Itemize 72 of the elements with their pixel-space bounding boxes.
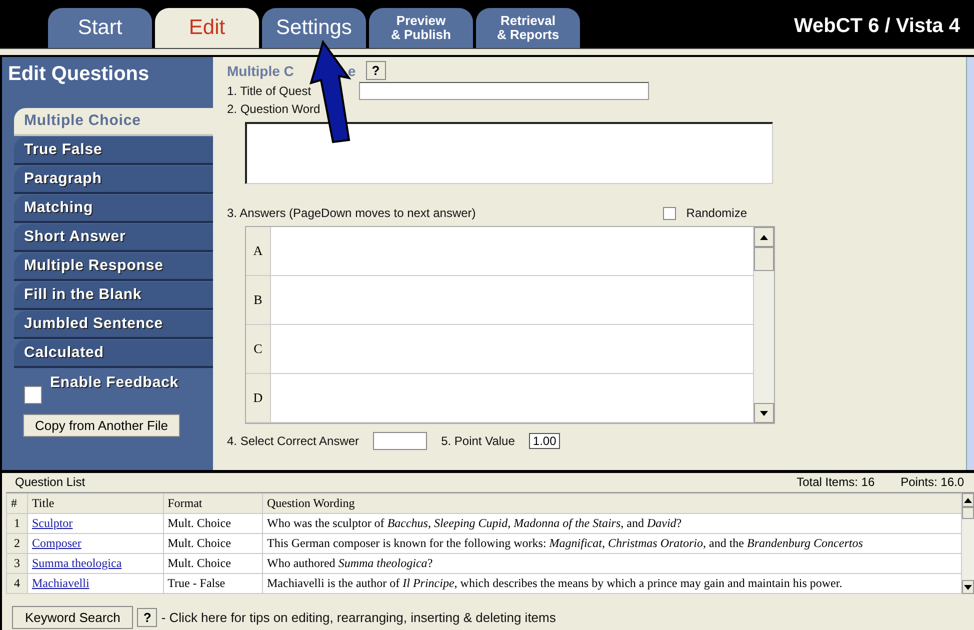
- question-type-tab[interactable]: Jumbled Sentence: [14, 311, 213, 339]
- question-type-tab[interactable]: Matching: [14, 195, 213, 223]
- product-title: WebCT 6 / Vista 4: [794, 15, 960, 39]
- nav-tab[interactable]: Preview & Publish: [369, 8, 473, 48]
- nav-tab[interactable]: Edit: [155, 8, 259, 48]
- scrollbar[interactable]: [753, 227, 774, 423]
- table-cell: Who was the sculptor of Bacchus, Sleeping Cupid, Madonna of the Stairs, and David?: [262, 514, 962, 534]
- table-cell: Mult. Choice: [163, 554, 262, 574]
- question-type-tab[interactable]: Multiple Response: [14, 253, 213, 281]
- scroll-up-button[interactable]: [962, 493, 974, 507]
- scroll-down-button[interactable]: [962, 580, 974, 594]
- question-type-tab[interactable]: Calculated: [14, 340, 213, 368]
- question-type-tab[interactable]: Paragraph: [14, 166, 213, 194]
- nav-tab[interactable]: Retrieval & Reports: [476, 8, 580, 48]
- up-triangle-icon: [964, 498, 972, 502]
- up-triangle-icon: [760, 234, 768, 240]
- answer-letter: C: [246, 325, 271, 373]
- scroll-down-button[interactable]: [754, 403, 774, 423]
- nav-tab[interactable]: Start: [48, 8, 152, 48]
- tips-link[interactable]: - Click here for tips on editing, rearranging, inserting & deleting items: [161, 610, 556, 624]
- field-label: 5. Point Value: [441, 434, 515, 448]
- nav-tab[interactable]: Settings: [262, 8, 366, 48]
- copy-button[interactable]: Copy from Another File: [23, 414, 180, 437]
- table-cell: 3: [6, 554, 28, 574]
- form-heading: e: [348, 62, 356, 78]
- table-cell: Mult. Choice: [163, 514, 262, 534]
- panel-title: Question List: [15, 474, 86, 488]
- field-label: 3. Answers (PageDown moves to next answer): [227, 206, 476, 220]
- title-input[interactable]: [359, 82, 650, 100]
- column-header: Format: [163, 494, 262, 514]
- table-cell: 2: [6, 534, 28, 554]
- help-button[interactable]: ?: [137, 608, 158, 626]
- total-items: Total Items: 16: [796, 474, 875, 488]
- table-cell: Who authored Summa theologica?: [262, 554, 962, 574]
- answer-letter: B: [246, 276, 271, 324]
- down-triangle-icon: [760, 410, 768, 416]
- scroll-thumb[interactable]: [754, 247, 774, 271]
- answer-dropdown[interactable]: [373, 432, 428, 450]
- column-header: Title: [28, 494, 164, 514]
- keyword-search-button[interactable]: Keyword Search: [12, 606, 134, 628]
- scrollbar[interactable]: [962, 493, 974, 594]
- scroll-up-button[interactable]: [754, 227, 774, 247]
- wording-textarea[interactable]: [245, 122, 773, 184]
- answer-letter: D: [246, 374, 271, 422]
- answer-letter: A: [246, 227, 271, 275]
- table-cell: 4: [6, 574, 28, 594]
- down-triangle-icon: [964, 584, 972, 590]
- table-cell: True - False: [163, 574, 262, 594]
- point-value-field[interactable]: 1.00: [528, 433, 560, 449]
- field-label: 1. Title of Quest: [227, 84, 312, 98]
- field-label: 2. Question Word: [227, 102, 320, 116]
- feedback-label: Enable Feedback: [50, 374, 179, 391]
- table-cell: Machiavelli is the author of Il Principe, which describes the means by which a prince may gain and maintain his power.: [262, 574, 962, 594]
- field-label: 4. Select Correct Answer: [227, 434, 360, 448]
- question-type-tab[interactable]: Fill in the Blank: [14, 282, 213, 310]
- column-header: Question Wording: [262, 494, 962, 514]
- table-cell: This German composer is known for the following works: Magnificat, Christmas Oratorio, and the Brandenburg Concertos: [262, 534, 962, 554]
- table-cell: Mult. Choice: [163, 534, 262, 554]
- scrollbar[interactable]: [966, 57, 974, 470]
- points-total: Points: 16.0: [900, 474, 964, 488]
- form-heading: Multiple C: [227, 62, 294, 78]
- table-cell: 1: [6, 514, 28, 534]
- scroll-thumb[interactable]: [962, 507, 974, 519]
- panel-title: Edit Questions: [7, 63, 150, 87]
- question-type-tab[interactable]: Short Answer: [14, 224, 213, 252]
- feedback-checkbox[interactable]: [24, 386, 42, 404]
- randomize-label: Randomize: [686, 206, 747, 220]
- question-type-tab[interactable]: Multiple Choice: [14, 108, 213, 136]
- question-type-tab[interactable]: True False: [14, 137, 213, 165]
- help-button[interactable]: ?: [366, 61, 386, 80]
- column-header: #: [6, 494, 28, 514]
- randomize-checkbox[interactable]: [663, 206, 676, 220]
